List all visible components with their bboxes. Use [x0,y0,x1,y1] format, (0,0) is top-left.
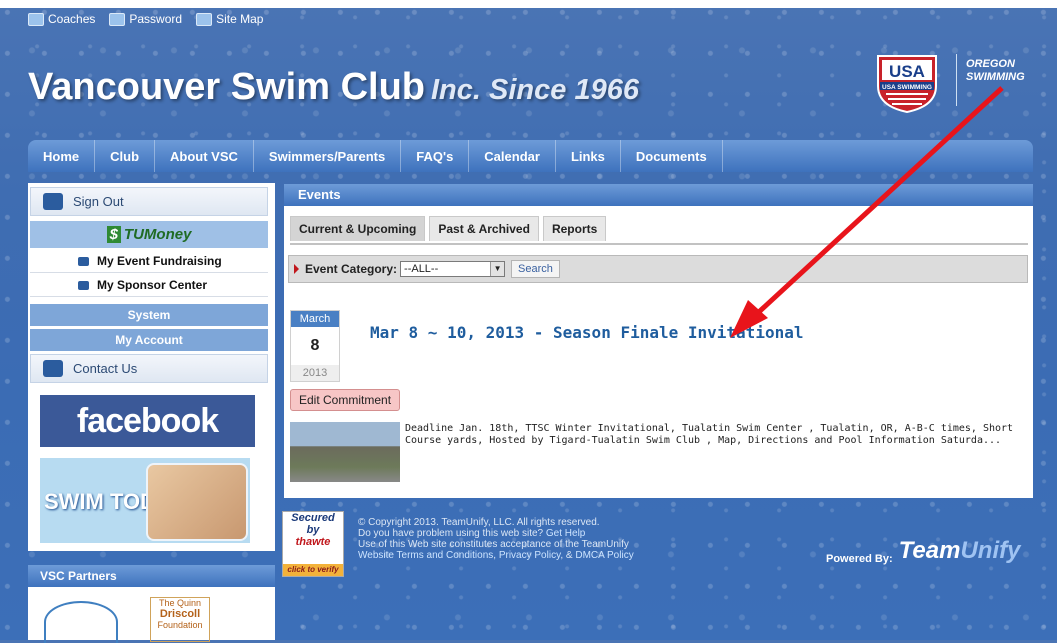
tab-reports[interactable]: Reports [542,216,607,241]
get-help-link[interactable]: Get Help [546,528,585,539]
category-label: Event Category: [305,262,398,276]
partners-panel: VSC Partners The Quinn Driscoll Foundation [28,565,275,643]
since-text: Inc. Since 1966 [431,74,639,106]
quinn-driscoll-logo[interactable]: The Quinn Driscoll Foundation [150,597,210,642]
coaches-link[interactable]: Coaches [28,12,95,26]
event-filter-bar: Event Category: --ALL-- ▼ Search [288,255,1028,283]
svg-text:USA: USA [889,62,925,81]
swim-today-banner[interactable]: SWIM TODAY [40,458,250,543]
sign-out-button[interactable]: Sign Out [30,187,268,216]
site-map-link[interactable]: Site Map [196,12,263,26]
search-button[interactable]: Search [511,260,560,278]
tab-current-upcoming[interactable]: Current & Upcoming [290,216,426,241]
pool-photo [290,422,400,482]
events-tabs: Current & Upcoming Past & Archived Repor… [290,216,607,241]
privacy-link[interactable]: Privacy Policy [499,550,561,561]
marshall-center-logo[interactable] [44,601,118,643]
mail-icon [43,360,63,377]
tumoney-logo[interactable]: $ TUMoney [30,221,268,248]
cal-year: 2013 [291,365,339,381]
terms-link[interactable]: Website Terms and Conditions [358,550,493,561]
nav-documents[interactable]: Documents [621,140,723,172]
nav-calendar[interactable]: Calendar [469,140,556,172]
sitemap-icon [196,12,213,26]
nav-links[interactable]: Links [556,140,621,172]
nav-home[interactable]: Home [28,140,96,172]
events-panel: Events Current & Upcoming Past & Archive… [284,184,1033,498]
sidebar: Sign Out $ TUMoney My Event Fundraising M… [28,183,275,551]
my-sponsor-center-link[interactable]: My Sponsor Center [30,274,268,297]
fundraising-icon [78,256,89,266]
swimmer-photo [146,463,248,541]
main-nav: Home Club About VSC Swimmers/Parents FAQ… [28,140,1033,172]
my-event-fundraising-link[interactable]: My Event Fundraising [30,250,268,273]
site-title: Vancouver Swim Club Inc. Since 1966 [28,66,639,108]
top-links: Coaches Password Site Map [28,12,263,26]
sponsor-icon [78,280,89,290]
nav-faqs[interactable]: FAQ's [401,140,470,172]
partners-header: VSC Partners [28,565,275,587]
contact-us-button[interactable]: Contact Us [30,354,268,383]
thawte-seal[interactable]: Secured by thawte click to verify [282,511,344,577]
tab-underline [290,243,1028,245]
sign-out-icon [43,193,63,210]
tab-past-archived[interactable]: Past & Archived [429,216,539,241]
nav-swimmers-parents[interactable]: Swimmers/Parents [254,140,402,172]
event-date-badge: March 8 2013 [290,310,340,382]
top-border [0,0,1057,8]
powered-by-teamunify[interactable]: Powered By: TeamUnify [826,537,1020,565]
lock-icon [109,12,126,26]
system-menu[interactable]: System [30,304,268,326]
edit-commitment-button[interactable]: Edit Commitment [290,389,401,411]
oregon-swimming-logo: OREGON SWIMMING [966,58,1025,83]
footer-text: © Copyright 2013. TeamUnify, LLC. All ri… [358,517,634,561]
category-select[interactable]: --ALL-- ▼ [400,261,506,277]
usa-swimming-logo: USA USA SWIMMING [877,55,937,114]
password-link[interactable]: Password [109,12,182,26]
nav-about-vsc[interactable]: About VSC [155,140,254,172]
my-account-menu[interactable]: My Account [30,329,268,351]
dmca-link[interactable]: DMCA Policy [575,550,633,561]
logo-divider [956,54,957,106]
teamunify-logo: TeamUnify [898,537,1021,564]
triangle-icon [294,264,299,274]
cal-month: March [291,311,339,327]
usa-logo-text: USA SWIMMING [882,84,932,91]
events-header: Events [284,184,1033,206]
chevron-down-icon: ▼ [490,262,505,276]
facebook-banner[interactable]: facebook [40,395,255,447]
event-description: Deadline Jan. 18th, TTSC Winter Invitati… [405,423,1014,446]
nav-club[interactable]: Club [95,140,156,172]
coaches-icon [28,12,44,26]
cal-day: 8 [310,337,320,354]
event-title-link[interactable]: Mar 8 ~ 10, 2013 - Season Finale Invitat… [370,323,803,342]
